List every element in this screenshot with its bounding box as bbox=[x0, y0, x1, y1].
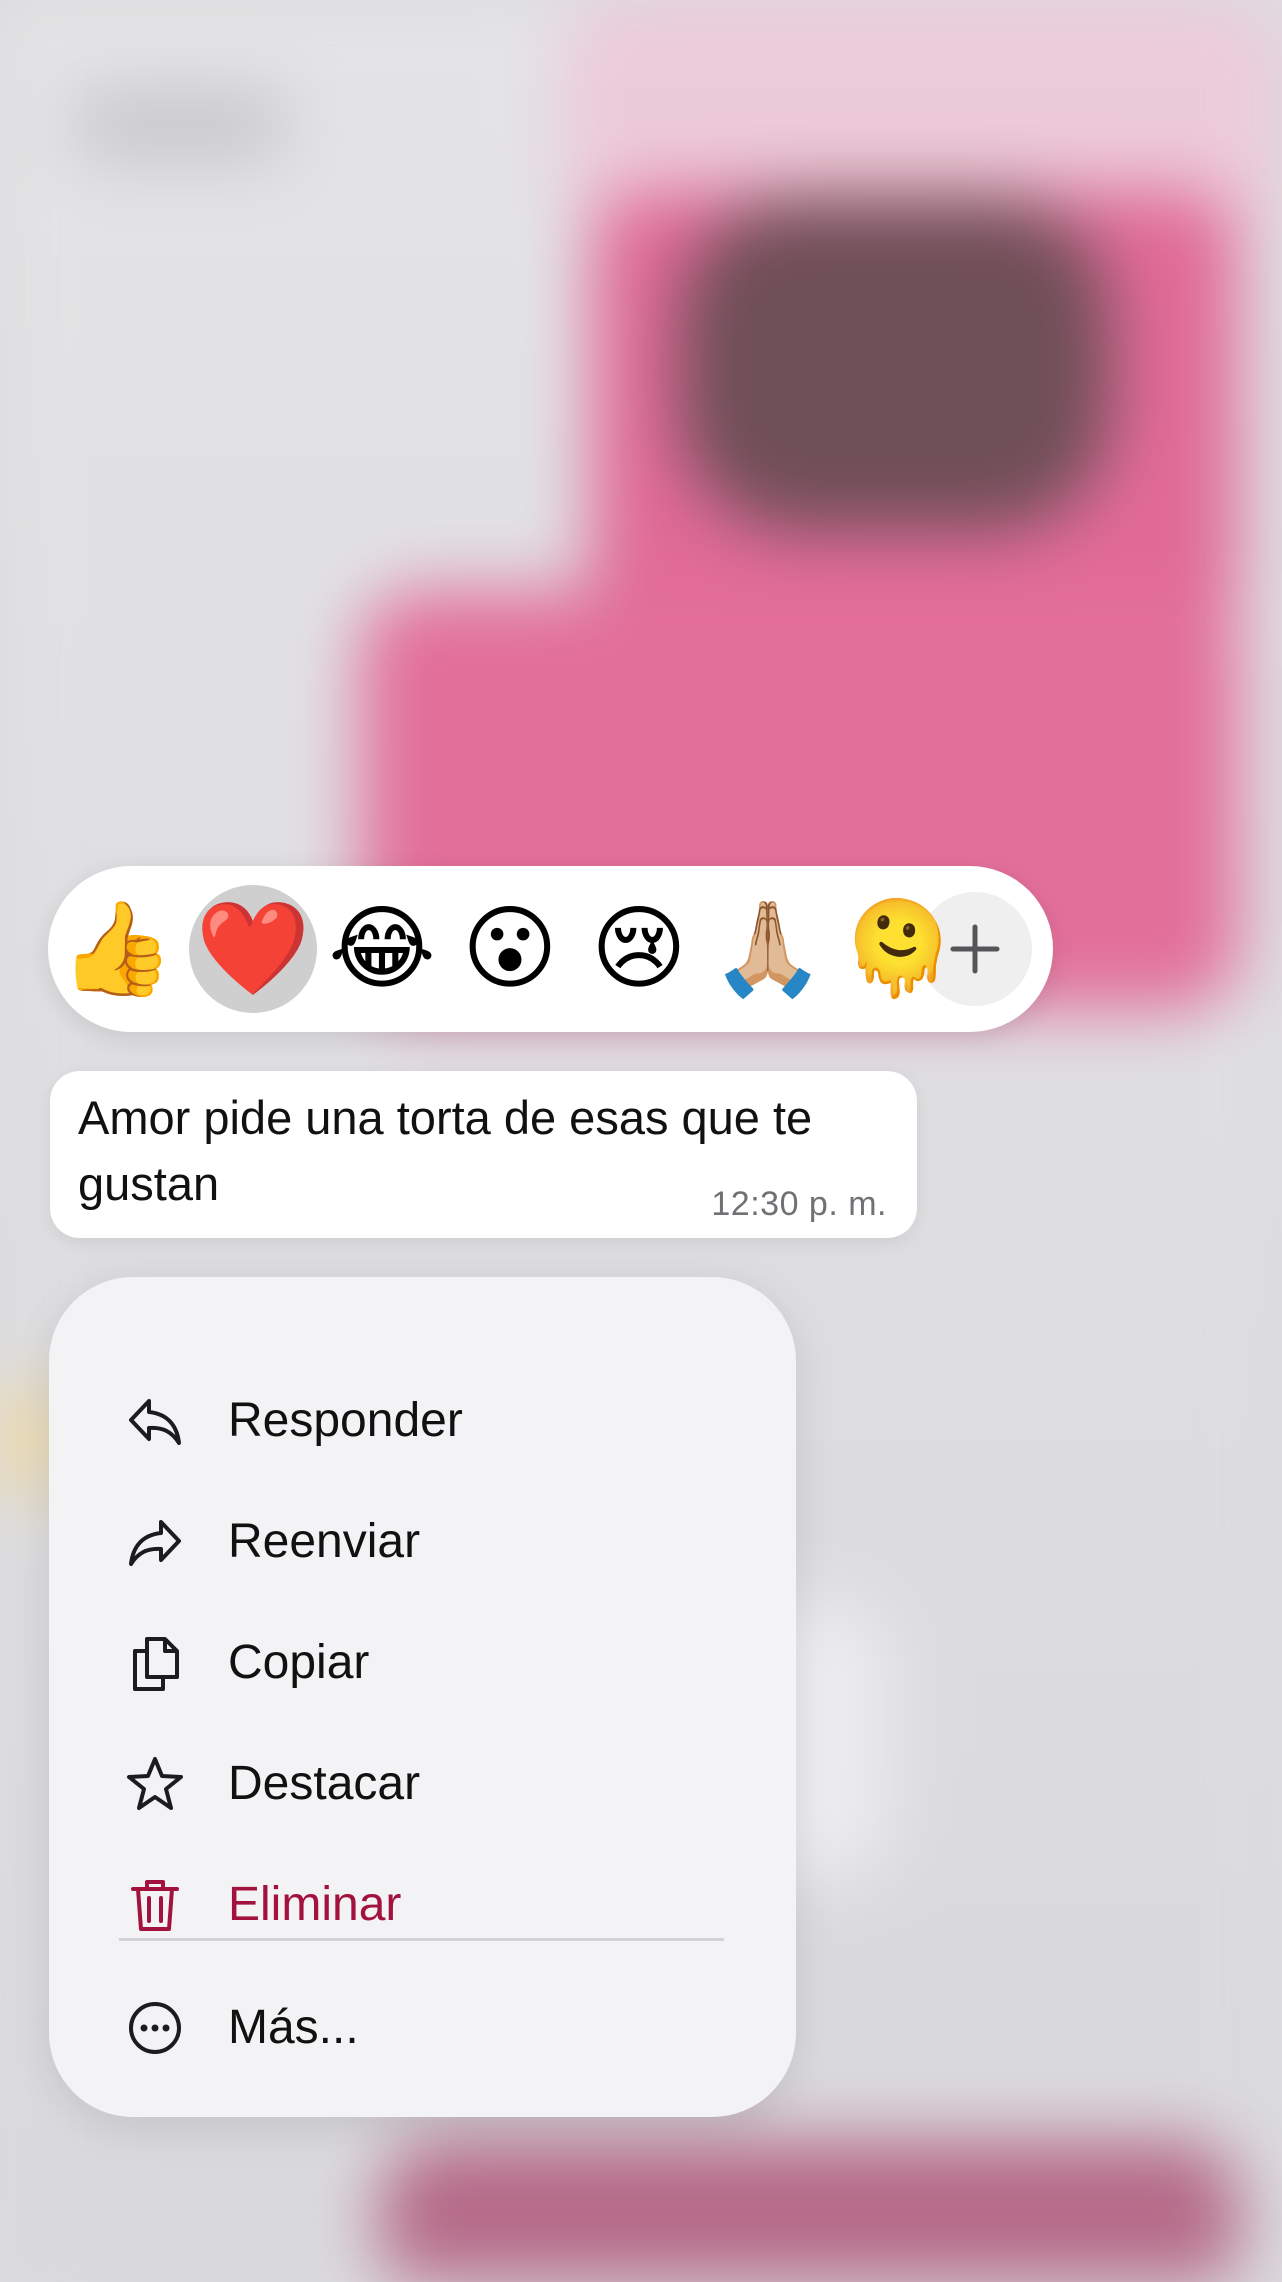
menu-divider bbox=[119, 1938, 724, 1941]
menu-item-reenviar[interactable]: Reenviar bbox=[49, 1487, 796, 1597]
message-context-menu: Responder Reenviar Copiar Destacar Elimi… bbox=[49, 1277, 796, 2117]
reaction-crying[interactable]: 😢 bbox=[575, 866, 703, 1032]
trash-icon bbox=[131, 1880, 179, 1931]
menu-item-copiar[interactable]: Copiar bbox=[49, 1608, 796, 1718]
menu-label-mas: Más... bbox=[228, 2001, 359, 2054]
reaction-bar: 👍 ❤️ 😂 😮 😢 🙏🏼 🫠 bbox=[48, 866, 1053, 1032]
menu-label-responder: Responder bbox=[228, 1394, 463, 1447]
reaction-folded-hands[interactable]: 🙏🏼 bbox=[704, 866, 832, 1032]
reaction-thumbs-up[interactable]: 👍 bbox=[53, 866, 181, 1032]
message-timestamp: 12:30 p. m. bbox=[711, 1185, 887, 1223]
menu-label-copiar: Copiar bbox=[228, 1636, 370, 1689]
menu-label-destacar: Destacar bbox=[228, 1757, 421, 1810]
menu-item-responder[interactable]: Responder bbox=[49, 1366, 796, 1476]
more-circle-icon bbox=[129, 2002, 181, 2054]
star-icon bbox=[127, 1757, 183, 1810]
message-bubble[interactable]: Amor pide una torta de esas que te gusta… bbox=[50, 1071, 917, 1238]
menu-item-mas[interactable]: Más... bbox=[49, 1973, 796, 2083]
forward-icon bbox=[129, 1520, 181, 1566]
reply-icon bbox=[129, 1399, 181, 1445]
menu-item-destacar[interactable]: Destacar bbox=[49, 1729, 796, 1839]
reaction-red-heart[interactable]: ❤️ bbox=[189, 866, 317, 1032]
reaction-tears-of-joy[interactable]: 😂 bbox=[318, 866, 446, 1032]
plus-icon bbox=[950, 924, 1000, 974]
menu-item-eliminar[interactable]: Eliminar bbox=[49, 1850, 796, 1960]
copy-icon bbox=[133, 1637, 179, 1691]
menu-label-reenviar: Reenviar bbox=[228, 1515, 421, 1568]
reaction-melting-face[interactable]: 🫠 bbox=[834, 866, 962, 1032]
reaction-open-mouth[interactable]: 😮 bbox=[446, 866, 574, 1032]
menu-label-eliminar: Eliminar bbox=[228, 1878, 402, 1931]
